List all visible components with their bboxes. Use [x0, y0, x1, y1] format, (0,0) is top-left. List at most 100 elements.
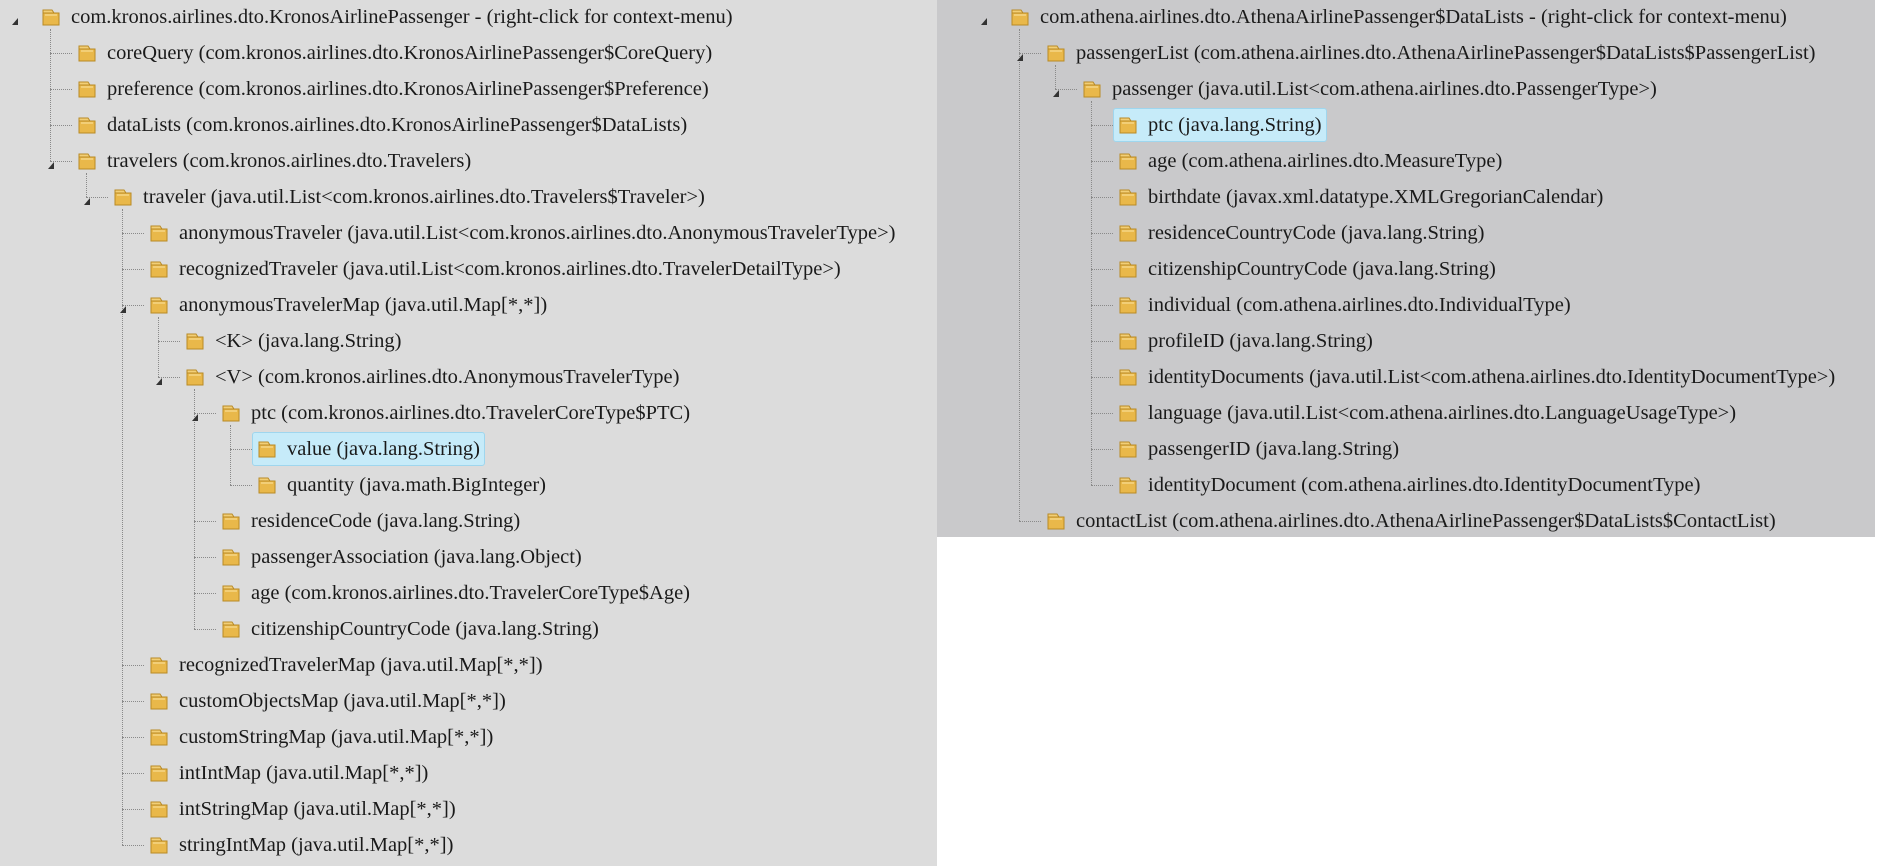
- left-tree-node[interactable]: com.kronos.airlines.dto.KronosAirlinePas…: [36, 0, 738, 35]
- node-content[interactable]: customStringMap (java.util.Map[*,*]): [144, 720, 498, 754]
- right-tree-node[interactable]: passengerID (java.lang.String): [1113, 431, 1404, 467]
- node-content[interactable]: residenceCode (java.lang.String): [216, 504, 525, 538]
- tree-connector: [230, 485, 252, 486]
- right-tree-node[interactable]: residenceCountryCode (java.lang.String): [1113, 215, 1489, 251]
- expand-toggle-icon[interactable]: [981, 18, 987, 25]
- folder-icon: [1117, 150, 1139, 172]
- node-content[interactable]: identityDocument (com.athena.airlines.dt…: [1113, 468, 1705, 502]
- left-tree-node[interactable]: customStringMap (java.util.Map[*,*]): [144, 719, 498, 755]
- node-content[interactable]: passengerList (com.athena.airlines.dto.A…: [1041, 36, 1821, 70]
- node-content[interactable]: traveler (java.util.List<com.kronos.airl…: [108, 180, 710, 214]
- node-content[interactable]: passenger (java.util.List<com.athena.air…: [1077, 72, 1662, 106]
- node-content[interactable]: stringIntMap (java.util.Map[*,*]): [144, 828, 458, 862]
- left-tree-panel[interactable]: com.kronos.airlines.dto.KronosAirlinePas…: [0, 0, 937, 866]
- right-tree-node[interactable]: identityDocuments (java.util.List<com.at…: [1113, 359, 1840, 395]
- node-content[interactable]: recognizedTravelerMap (java.util.Map[*,*…: [144, 648, 548, 682]
- node-content[interactable]: birthdate (javax.xml.datatype.XMLGregori…: [1113, 180, 1608, 214]
- left-tree-node[interactable]: travelers (com.kronos.airlines.dto.Trave…: [72, 143, 476, 179]
- expand-toggle-icon[interactable]: [12, 18, 18, 25]
- node-content[interactable]: preference (com.kronos.airlines.dto.Kron…: [72, 72, 714, 106]
- right-tree-node[interactable]: passenger (java.util.List<com.athena.air…: [1077, 71, 1662, 107]
- left-tree-node[interactable]: anonymousTraveler (java.util.List<com.kr…: [144, 215, 901, 251]
- node-content[interactable]: residenceCountryCode (java.lang.String): [1113, 216, 1489, 250]
- right-tree-node[interactable]: citizenshipCountryCode (java.lang.String…: [1113, 251, 1501, 287]
- expand-toggle-icon[interactable]: [120, 306, 126, 313]
- selected-node-highlight[interactable]: value (java.lang.String): [252, 432, 485, 466]
- left-tree-node[interactable]: <K> (java.lang.String): [180, 323, 407, 359]
- expand-toggle-icon[interactable]: [1017, 54, 1023, 61]
- node-content[interactable]: citizenshipCountryCode (java.lang.String…: [1113, 252, 1501, 286]
- node-content[interactable]: anonymousTraveler (java.util.List<com.kr…: [144, 216, 901, 250]
- node-label: stringIntMap (java.util.Map[*,*]): [179, 833, 454, 856]
- left-tree-node[interactable]: intStringMap (java.util.Map[*,*]): [144, 791, 461, 827]
- node-content[interactable]: coreQuery (com.kronos.airlines.dto.Krono…: [72, 36, 717, 70]
- node-content[interactable]: <V> (com.kronos.airlines.dto.AnonymousTr…: [180, 360, 684, 394]
- node-content[interactable]: <K> (java.lang.String): [180, 324, 407, 358]
- right-tree-panel[interactable]: com.athena.airlines.dto.AthenaAirlinePas…: [937, 0, 1875, 537]
- left-tree-node[interactable]: quantity (java.math.BigInteger): [252, 467, 551, 503]
- node-content[interactable]: travelers (com.kronos.airlines.dto.Trave…: [72, 144, 476, 178]
- right-tree-node[interactable]: passengerList (com.athena.airlines.dto.A…: [1041, 35, 1821, 71]
- left-tree-node[interactable]: recognizedTravelerMap (java.util.Map[*,*…: [144, 647, 548, 683]
- node-content[interactable]: intIntMap (java.util.Map[*,*]): [144, 756, 433, 790]
- node-content[interactable]: individual (com.athena.airlines.dto.Indi…: [1113, 288, 1576, 322]
- left-tree-node[interactable]: preference (com.kronos.airlines.dto.Kron…: [72, 71, 714, 107]
- right-tree-node[interactable]: com.athena.airlines.dto.AthenaAirlinePas…: [1005, 0, 1792, 35]
- right-tree-node[interactable]: contactList (com.athena.airlines.dto.Ath…: [1041, 503, 1781, 537]
- selected-node-highlight[interactable]: ptc (java.lang.String): [1113, 108, 1327, 142]
- node-content[interactable]: age (com.kronos.airlines.dto.TravelerCor…: [216, 576, 695, 610]
- left-tree-node[interactable]: <V> (com.kronos.airlines.dto.AnonymousTr…: [180, 359, 684, 395]
- left-tree-node[interactable]: customObjectsMap (java.util.Map[*,*]): [144, 683, 511, 719]
- node-content[interactable]: contactList (com.athena.airlines.dto.Ath…: [1041, 504, 1781, 537]
- node-content[interactable]: profileID (java.lang.String): [1113, 324, 1378, 358]
- left-tree-node[interactable]: anonymousTravelerMap (java.util.Map[*,*]…: [144, 287, 552, 323]
- right-tree-node[interactable]: individual (com.athena.airlines.dto.Indi…: [1113, 287, 1576, 323]
- node-content[interactable]: customObjectsMap (java.util.Map[*,*]): [144, 684, 511, 718]
- tree-connector: [50, 125, 72, 126]
- node-content[interactable]: dataLists (com.kronos.airlines.dto.Krono…: [72, 108, 692, 142]
- node-content[interactable]: quantity (java.math.BigInteger): [252, 468, 551, 502]
- left-tree-node[interactable]: value (java.lang.String): [252, 431, 485, 467]
- left-tree-node[interactable]: residenceCode (java.lang.String): [216, 503, 525, 539]
- node-content[interactable]: citizenshipCountryCode (java.lang.String…: [216, 612, 604, 646]
- right-tree-node[interactable]: identityDocument (com.athena.airlines.dt…: [1113, 467, 1705, 503]
- left-tree-node[interactable]: traveler (java.util.List<com.kronos.airl…: [108, 179, 710, 215]
- node-content[interactable]: anonymousTravelerMap (java.util.Map[*,*]…: [144, 288, 552, 322]
- node-content[interactable]: passengerAssociation (java.lang.Object): [216, 540, 587, 574]
- left-tree-node[interactable]: dataLists (com.kronos.airlines.dto.Krono…: [72, 107, 692, 143]
- node-content[interactable]: com.athena.airlines.dto.AthenaAirlinePas…: [1005, 0, 1792, 34]
- tree-connector: [1091, 125, 1113, 126]
- left-tree-node[interactable]: recognizedTraveler (java.util.List<com.k…: [144, 251, 846, 287]
- right-tree-node[interactable]: age (com.athena.airlines.dto.MeasureType…: [1113, 143, 1507, 179]
- node-label: com.athena.airlines.dto.AthenaAirlinePas…: [1040, 5, 1787, 28]
- left-tree-node[interactable]: passengerAssociation (java.lang.Object): [216, 539, 587, 575]
- node-content[interactable]: ptc (com.kronos.airlines.dto.TravelerCor…: [216, 396, 695, 430]
- right-tree-node[interactable]: profileID (java.lang.String): [1113, 323, 1378, 359]
- node-content[interactable]: passengerID (java.lang.String): [1113, 432, 1404, 466]
- expand-toggle-icon[interactable]: [156, 378, 162, 385]
- expand-toggle-icon[interactable]: [48, 162, 54, 169]
- left-tree-node[interactable]: age (com.kronos.airlines.dto.TravelerCor…: [216, 575, 695, 611]
- left-tree-node[interactable]: coreQuery (com.kronos.airlines.dto.Krono…: [72, 35, 717, 71]
- left-tree-node[interactable]: stringIntMap (java.util.Map[*,*]): [144, 827, 458, 863]
- left-tree-node[interactable]: intIntMap (java.util.Map[*,*]): [144, 755, 433, 791]
- folder-icon: [1117, 474, 1139, 496]
- node-content[interactable]: identityDocuments (java.util.List<com.at…: [1113, 360, 1840, 394]
- node-content[interactable]: intStringMap (java.util.Map[*,*]): [144, 792, 461, 826]
- node-content[interactable]: age (com.athena.airlines.dto.MeasureType…: [1113, 144, 1507, 178]
- node-content[interactable]: language (java.util.List<com.athena.airl…: [1113, 396, 1741, 430]
- left-tree-node[interactable]: citizenshipCountryCode (java.lang.String…: [216, 611, 604, 647]
- node-label: passengerAssociation (java.lang.Object): [251, 545, 582, 568]
- tree-connector: [230, 425, 231, 485]
- right-tree-node[interactable]: language (java.util.List<com.athena.airl…: [1113, 395, 1741, 431]
- expand-toggle-icon[interactable]: [84, 198, 90, 205]
- tree-connector: [122, 701, 144, 702]
- folder-icon: [148, 834, 170, 856]
- left-tree-node[interactable]: ptc (com.kronos.airlines.dto.TravelerCor…: [216, 395, 695, 431]
- right-tree-node[interactable]: ptc (java.lang.String): [1113, 107, 1327, 143]
- node-content[interactable]: recognizedTraveler (java.util.List<com.k…: [144, 252, 846, 286]
- right-tree-node[interactable]: birthdate (javax.xml.datatype.XMLGregori…: [1113, 179, 1608, 215]
- expand-toggle-icon[interactable]: [192, 414, 198, 421]
- expand-toggle-icon[interactable]: [1053, 90, 1059, 97]
- node-content[interactable]: com.kronos.airlines.dto.KronosAirlinePas…: [36, 0, 738, 34]
